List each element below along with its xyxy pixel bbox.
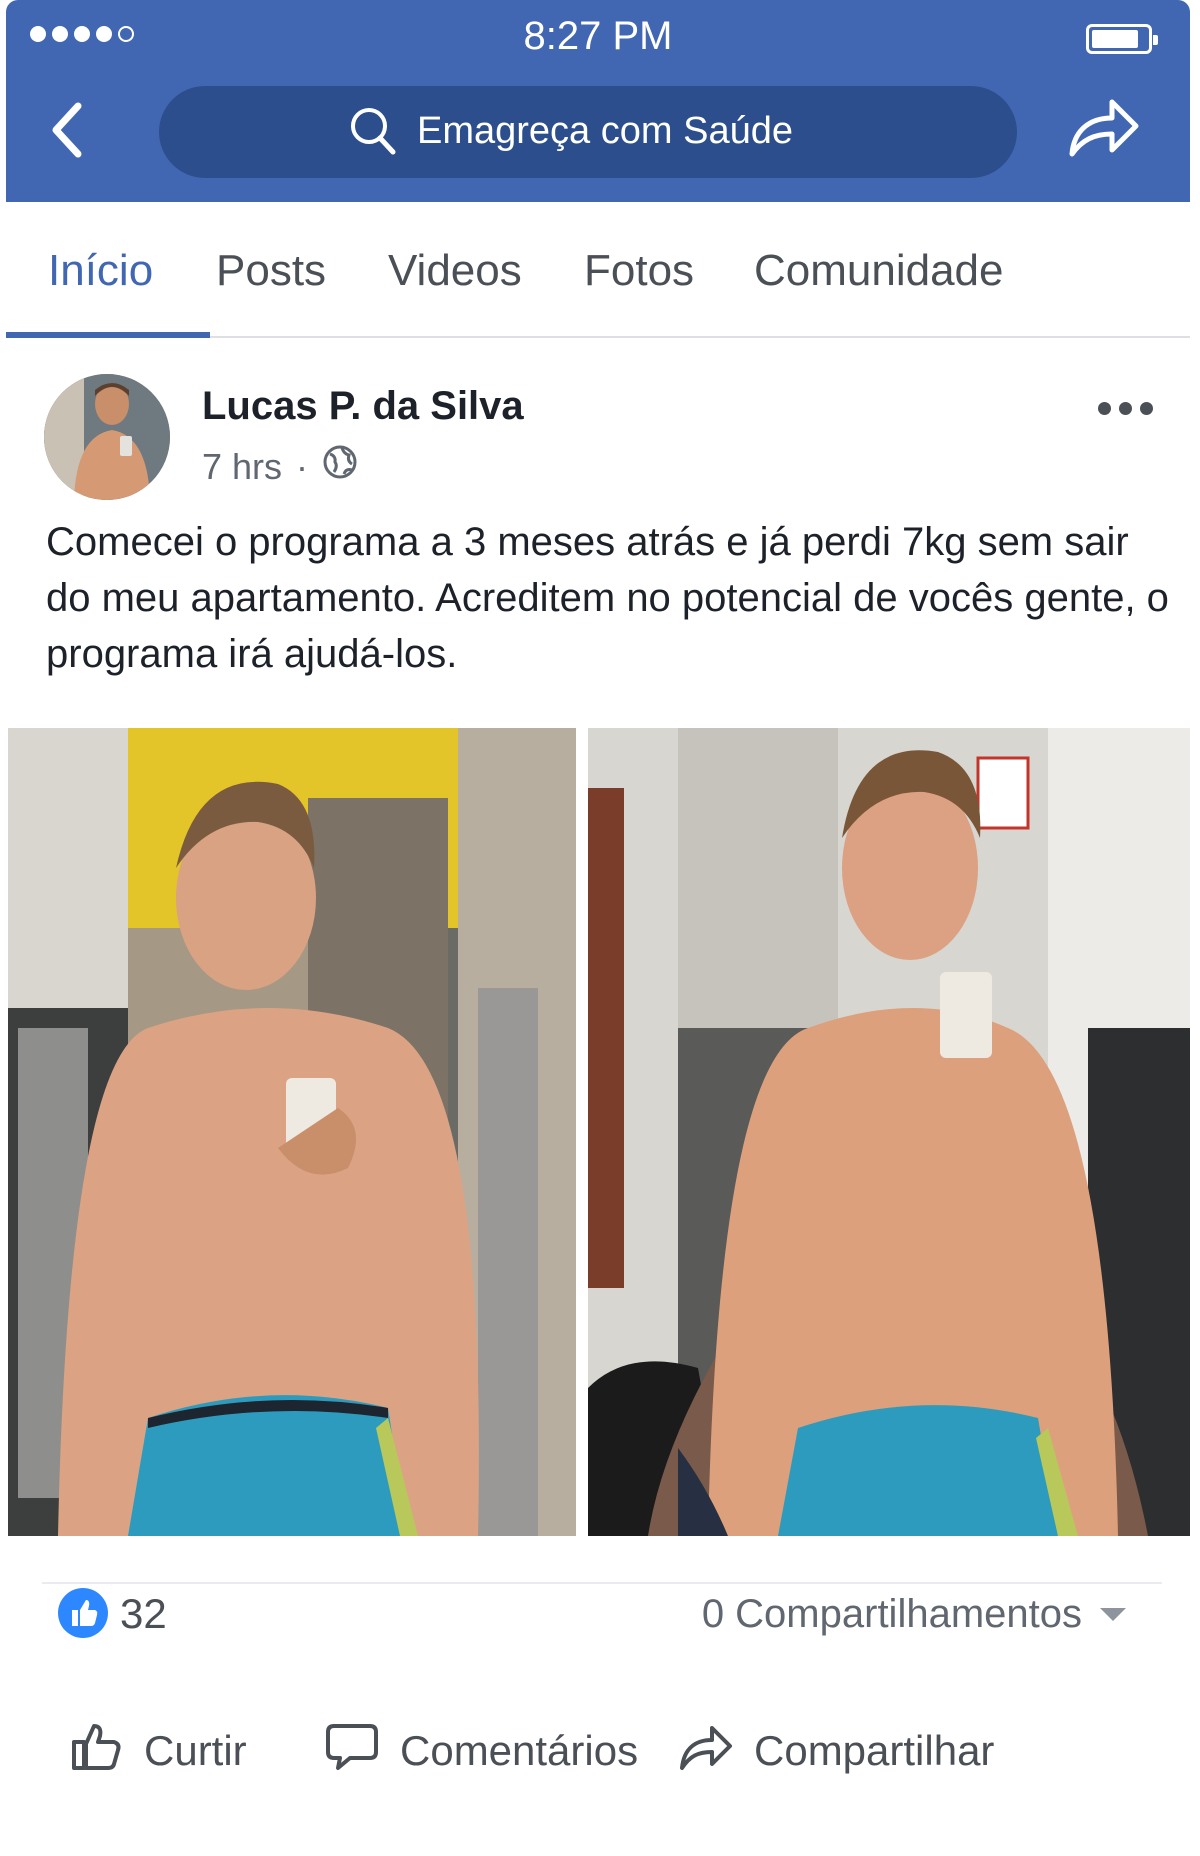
like-button[interactable]: Curtir — [68, 1718, 247, 1784]
more-options-icon[interactable] — [1098, 402, 1153, 415]
post-author[interactable]: Lucas P. da Silva — [202, 384, 524, 429]
page-tabs: Início Posts Videos Fotos Comunidade — [6, 202, 1190, 338]
share-count[interactable]: 0 Compartilhamentos — [702, 1592, 1126, 1637]
app-frame: 8:27 PM Emagreça com Saúde Início Posts … — [6, 0, 1190, 1856]
like-count[interactable]: 32 — [120, 1590, 167, 1638]
post-photos — [8, 728, 1190, 1536]
search-text: Emagreça com Saúde — [417, 110, 793, 152]
meta-separator: · — [296, 445, 309, 487]
globe-icon — [322, 444, 358, 489]
post-time: 7 hrs — [202, 445, 283, 487]
thumbs-up-icon — [68, 1718, 124, 1784]
like-reaction-icon[interactable] — [58, 1588, 108, 1638]
search-icon — [347, 104, 399, 165]
share-arrow-icon — [678, 1718, 734, 1784]
active-tab-indicator — [6, 332, 210, 338]
before-photo[interactable] — [8, 728, 576, 1536]
search-bar[interactable]: Emagreça com Saúde — [159, 86, 1017, 178]
post-meta: 7 hrs · — [202, 444, 358, 489]
comment-button-label: Comentários — [400, 1727, 639, 1774]
battery-icon — [1086, 24, 1158, 54]
tab-comunidade[interactable]: Comunidade — [754, 246, 1004, 296]
like-button-label: Curtir — [144, 1727, 247, 1774]
comment-icon — [324, 1718, 380, 1784]
back-chevron-icon[interactable] — [46, 100, 90, 160]
tab-videos[interactable]: Videos — [388, 246, 522, 296]
tab-inicio[interactable]: Início — [48, 246, 153, 296]
post-text: Comecei o programa a 3 meses atrás e já … — [46, 520, 1169, 676]
caret-down-icon — [1100, 1608, 1126, 1621]
comment-button[interactable]: Comentários — [324, 1718, 638, 1784]
avatar[interactable] — [44, 374, 170, 500]
reactions-divider — [42, 1582, 1162, 1586]
after-photo[interactable] — [588, 728, 1190, 1536]
status-time: 8:27 PM — [523, 14, 673, 58]
tab-fotos[interactable]: Fotos — [584, 246, 694, 296]
tab-posts[interactable]: Posts — [216, 246, 326, 296]
share-count-label: 0 Compartilhamentos — [701, 1592, 1082, 1636]
share-icon[interactable] — [1066, 92, 1142, 167]
share-button-label: Compartilhar — [754, 1727, 995, 1774]
share-button[interactable]: Compartilhar — [678, 1718, 994, 1784]
top-bar: 8:27 PM Emagreça com Saúde — [6, 0, 1190, 202]
